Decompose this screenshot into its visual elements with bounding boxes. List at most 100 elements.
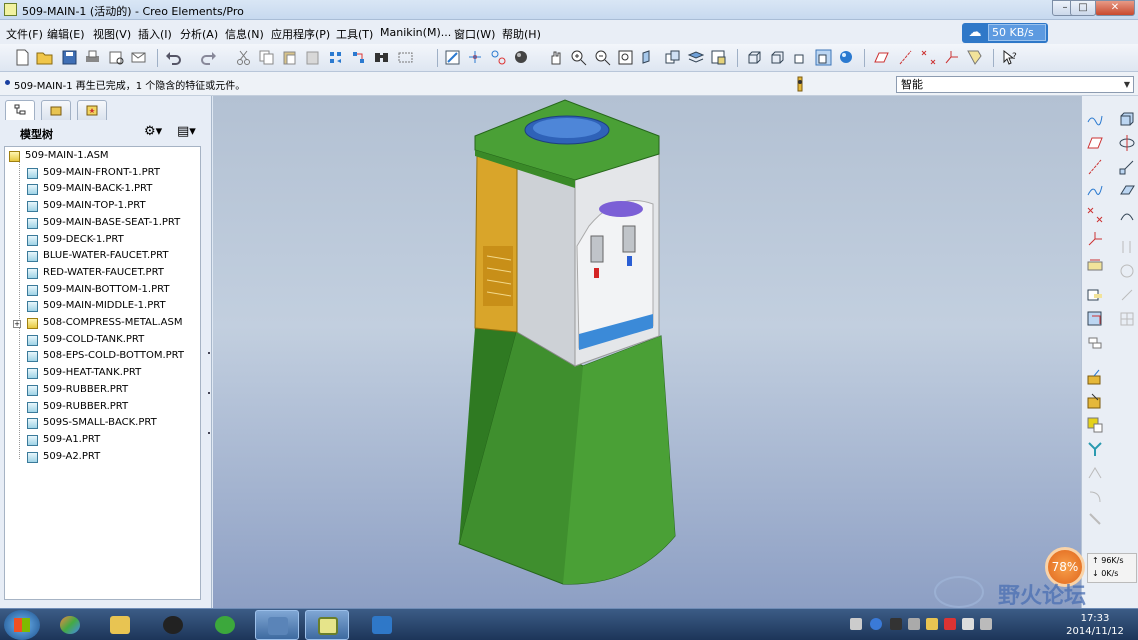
pan-hand-icon[interactable] [547,49,564,66]
tree-item[interactable]: 508-EPS-COLD-BOTTOM.PRT [5,349,200,365]
saved-views-icon[interactable] [664,49,681,66]
curve-icon[interactable] [1086,182,1104,200]
view-manager-icon[interactable] [710,49,727,66]
tree-item[interactable]: 509S-SMALL-BACK.PRT [5,416,200,432]
menu-help[interactable]: 帮助(H) [502,26,541,42]
tree-item[interactable]: 509-MAIN-MIDDLE-1.PRT [5,299,200,315]
undo-icon[interactable] [165,49,182,66]
revolve-icon[interactable] [1118,134,1136,152]
repaint-icon[interactable] [444,49,461,66]
context-help-icon[interactable]: ? [1002,49,1019,66]
tree-item[interactable]: 509-MAIN-BASE-SEAT-1.PRT [5,216,200,232]
expand-icon[interactable]: + [13,320,21,328]
menu-analysis[interactable]: 分析(A) [180,26,218,42]
no-hidden-icon[interactable] [792,49,809,66]
tree-item[interactable]: +508-COMPRESS-METAL.ASM [5,316,200,332]
realistic-render-icon[interactable] [838,49,855,66]
sweep-icon[interactable] [1118,158,1136,176]
datum-axes-icon[interactable] [897,49,914,66]
tree-item[interactable]: 509-MAIN-BACK-1.PRT [5,182,200,198]
maximize-button[interactable]: □ [1070,0,1096,16]
appearance-ball-icon[interactable] [513,49,530,66]
orient-mode-icon[interactable] [490,49,507,66]
paste-icon[interactable] [281,49,298,66]
menu-applications[interactable]: 应用程序(P) [271,26,330,42]
regenerate-manager-icon[interactable] [350,49,367,66]
new-file-icon[interactable] [14,49,31,66]
hole-icon[interactable] [1086,286,1104,304]
find-icon[interactable] [373,49,390,66]
menu-tools[interactable]: 工具(T) [336,26,373,42]
send-mail-icon[interactable] [130,49,147,66]
layers-icon[interactable] [687,49,705,66]
menu-edit[interactable]: 编辑(E) [47,26,85,42]
tree-item[interactable]: 509-A1.PRT [5,433,200,449]
network-icon[interactable] [980,618,992,630]
print-icon[interactable] [84,49,101,66]
hidden-line-icon[interactable] [769,49,786,66]
volume-icon[interactable] [962,618,974,630]
preview-icon[interactable] [108,49,125,66]
tree-settings-icon[interactable]: ⚙▾ [144,124,170,140]
tree-item[interactable]: 509-RUBBER.PRT [5,400,200,416]
filter-icon[interactable] [793,76,807,92]
tab-folder-browser[interactable] [41,100,71,120]
tree-show-icon[interactable]: ▤▾ [177,124,203,140]
csys-icon[interactable] [1086,230,1104,248]
shading-icon[interactable] [815,49,832,66]
tree-item[interactable]: 509-MAIN-1.ASM [5,149,200,165]
tree-item[interactable]: BLUE-WATER-FAUCET.PRT [5,249,200,265]
taskbar-app-1[interactable] [48,610,92,640]
tray-expand-icon[interactable] [908,618,920,630]
round-icon[interactable] [1086,392,1104,410]
plane-icon[interactable] [1086,134,1104,152]
tray-folder-icon[interactable] [926,618,938,630]
datum-points-icon[interactable] [920,49,937,66]
tree-item[interactable]: 509-MAIN-BOTTOM-1.PRT [5,283,200,299]
mirror-icon[interactable] [1086,440,1104,458]
tree-item[interactable]: 509-DECK-1.PRT [5,233,200,249]
wireframe-icon[interactable] [746,49,763,66]
selection-filter-dropdown[interactable]: 智能 ▼ [896,76,1134,93]
copy-icon[interactable] [258,49,275,66]
refit-icon[interactable] [617,49,634,66]
shell-icon[interactable] [1086,310,1104,328]
sketch-tool-icon[interactable] [1086,110,1104,128]
tree-item[interactable]: RED-WATER-FAUCET.PRT [5,266,200,282]
draft-icon[interactable] [1086,368,1104,386]
network-speed-badge[interactable]: ☁ 50 KB/s [962,23,1048,43]
blend-icon[interactable] [1118,182,1136,200]
graphics-window[interactable] [213,96,1081,608]
rib-icon[interactable] [1086,334,1104,352]
taskbar-cloud[interactable] [360,610,404,640]
menu-insert[interactable]: 插入(I) [138,26,172,42]
tree-item[interactable]: 509-MAIN-TOP-1.PRT [5,199,200,215]
zoom-in-icon[interactable] [570,49,587,66]
axis-icon[interactable] [1086,158,1104,176]
point-icon[interactable] [1086,206,1104,224]
taskbar-browser[interactable] [203,610,247,640]
menu-view[interactable]: 视图(V) [93,26,131,42]
reorient-icon[interactable] [640,49,657,66]
clock[interactable]: 17:33 2014/11/12 [1060,612,1130,638]
menu-window[interactable]: 窗口(W) [454,26,495,42]
regenerate-icon[interactable] [327,49,344,66]
panel-splitter[interactable] [207,352,212,532]
taskbar-creo[interactable] [305,610,349,640]
keyboard-tray-icon[interactable] [850,618,862,630]
tab-favorites[interactable] [77,100,107,120]
start-button[interactable] [4,610,40,640]
zoom-out-icon[interactable] [594,49,611,66]
chamfer-icon[interactable] [1086,416,1104,434]
taskbar-explorer[interactable] [98,610,142,640]
tree-item[interactable]: 509-RUBBER.PRT [5,383,200,399]
taskbar-cyclist-app[interactable] [255,610,299,640]
open-folder-icon[interactable] [36,49,53,66]
select-box-icon[interactable] [397,49,414,66]
coordinate-systems-icon[interactable] [943,49,960,66]
taskbar-qq[interactable] [151,610,195,640]
paste-special-icon[interactable] [304,49,321,66]
redo-icon[interactable] [200,49,217,66]
tab-model-tree[interactable] [5,100,35,120]
cut-icon[interactable] [235,49,252,66]
